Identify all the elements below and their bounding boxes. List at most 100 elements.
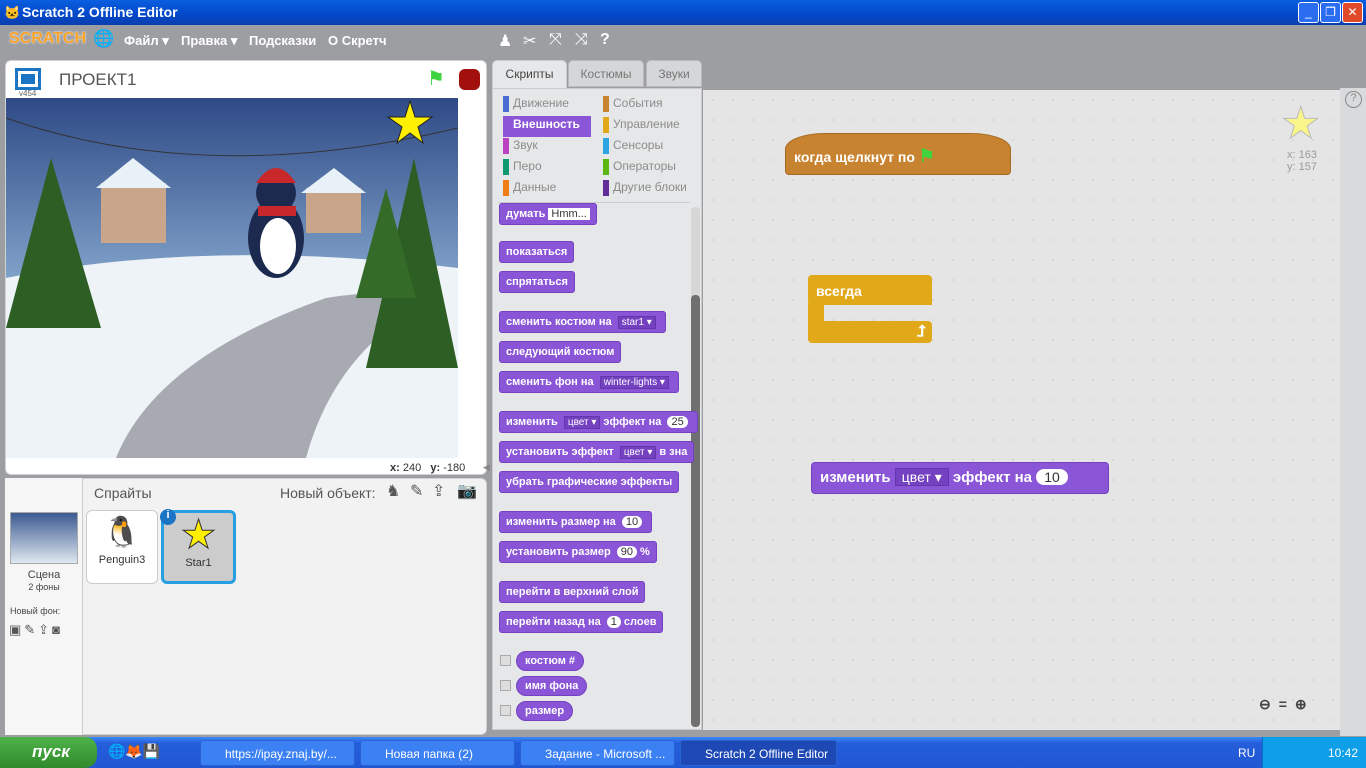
- zoom-out-icon[interactable]: ⊖: [1259, 696, 1279, 712]
- task-scratch[interactable]: Scratch 2 Offline Editor: [680, 740, 837, 766]
- tab-sounds[interactable]: Звуки: [646, 60, 702, 87]
- category-5[interactable]: Сенсоры: [603, 137, 663, 158]
- looks-block[interactable]: изменить цвет ▾ эффект на 25: [499, 411, 698, 433]
- minimize-button[interactable]: _: [1298, 2, 1319, 23]
- paint-icon[interactable]: ✎: [410, 481, 423, 501]
- block-input[interactable]: цвет ▾: [619, 446, 657, 459]
- category-4[interactable]: Звук: [503, 137, 538, 158]
- forever-block[interactable]: всегда ⮥: [808, 275, 933, 345]
- looks-block[interactable]: думать Hmm...: [499, 203, 597, 225]
- close-button[interactable]: ✕: [1342, 2, 1363, 23]
- looks-block[interactable]: установить размер 90%: [499, 541, 657, 563]
- effect-value-input[interactable]: 10: [1036, 469, 1068, 485]
- when-flag-clicked-block[interactable]: когда щелкнут по ⚑: [785, 133, 1011, 175]
- reporter-block[interactable]: размер: [516, 701, 574, 721]
- shrink-icon[interactable]: ⤨: [575, 31, 588, 49]
- reporter-block[interactable]: имя фона: [516, 676, 588, 696]
- category-2[interactable]: Внешность: [503, 116, 591, 137]
- block-label: думать: [506, 208, 546, 220]
- camera-icon[interactable]: 📷: [457, 481, 477, 501]
- help-icon[interactable]: ?: [1345, 91, 1362, 108]
- menu-about[interactable]: О Скретч: [328, 33, 387, 48]
- sprites-header: Спрайты: [94, 485, 152, 501]
- category-0[interactable]: Движение: [503, 95, 569, 116]
- zoom-controls[interactable]: ⊖=⊕: [1259, 696, 1315, 713]
- sprite-y-readout: y: 157: [1287, 161, 1317, 173]
- scripts-area[interactable]: [703, 90, 1340, 730]
- category-9[interactable]: Другие блоки: [603, 179, 687, 200]
- block-label: перейти назад на: [506, 616, 601, 628]
- reporter-block[interactable]: костюм #: [516, 651, 584, 671]
- task-chrome[interactable]: https://ipay.znaj.by/...: [200, 740, 355, 766]
- looks-block[interactable]: убрать графические эффекты: [499, 471, 680, 493]
- grow-icon[interactable]: ⤧: [549, 31, 562, 49]
- menu-tips[interactable]: Подсказки: [249, 33, 316, 48]
- looks-block[interactable]: изменить размер на 10: [499, 511, 653, 533]
- upload-icon[interactable]: ⇪: [432, 481, 445, 501]
- scratch-cat-icon: 🐱: [4, 5, 21, 20]
- block-label: когда щелкнут по: [794, 149, 915, 165]
- quicklaunch-icons[interactable]: 🌐🦊💾: [108, 743, 160, 760]
- penguin-icon: 🐧: [103, 516, 141, 549]
- tab-costumes[interactable]: Костюмы: [568, 60, 644, 87]
- looks-block[interactable]: показаться: [499, 241, 575, 263]
- zoom-in-icon[interactable]: ⊕: [1295, 696, 1315, 712]
- category-6[interactable]: Перо: [503, 158, 542, 179]
- sprite-penguin3[interactable]: 🐧 Penguin3: [86, 510, 158, 584]
- block-label: слоев: [623, 616, 657, 628]
- block-input[interactable]: 1: [606, 616, 621, 628]
- menu-edit[interactable]: Правка ▾: [181, 33, 237, 49]
- block-label: изменить: [820, 469, 891, 486]
- stop-button[interactable]: [459, 69, 480, 90]
- stamp-icon[interactable]: ♟: [498, 31, 512, 51]
- menu-file[interactable]: Файл ▾: [124, 33, 169, 49]
- project-title[interactable]: ПРОЕКТ1: [59, 70, 137, 90]
- maximize-button[interactable]: ❐: [1320, 2, 1341, 23]
- start-button[interactable]: пуск: [0, 737, 97, 768]
- palette-scrollbar-thumb[interactable]: [691, 295, 700, 727]
- cut-icon[interactable]: ✂: [523, 31, 536, 51]
- task-word[interactable]: Задание - Microsoft ...: [520, 740, 675, 766]
- looks-block[interactable]: сменить костюм на star1 ▾: [499, 311, 666, 333]
- task-folder[interactable]: Новая папка (2): [360, 740, 515, 766]
- scene-thumbnail[interactable]: [10, 512, 78, 564]
- backdrop-tools-icons[interactable]: ▣✎⇪◙: [9, 622, 63, 638]
- effect-dropdown[interactable]: цвет ▾: [894, 468, 949, 486]
- reporter-checkbox[interactable]: [500, 655, 511, 666]
- zoom-reset-icon[interactable]: =: [1279, 696, 1295, 712]
- green-flag-button[interactable]: ⚑: [427, 66, 445, 91]
- block-label: изменить: [506, 416, 558, 428]
- block-input[interactable]: 10: [621, 516, 643, 528]
- globe-icon[interactable]: 🌐: [93, 29, 114, 49]
- block-input[interactable]: 90: [616, 546, 638, 558]
- reporter-checkbox[interactable]: [500, 680, 511, 691]
- help-icon[interactable]: ?: [600, 31, 610, 49]
- looks-block[interactable]: спрятаться: [499, 271, 575, 293]
- collapse-stage-arrow[interactable]: ◀: [483, 462, 490, 473]
- category-1[interactable]: События: [603, 95, 663, 116]
- looks-block[interactable]: перейти в верхний слой: [499, 581, 646, 603]
- language-indicator[interactable]: RU: [1238, 746, 1255, 760]
- tab-scripts[interactable]: Скрипты: [492, 60, 567, 89]
- looks-block[interactable]: сменить фон на winter-lights ▾: [499, 371, 679, 393]
- reporter-checkbox[interactable]: [500, 705, 511, 716]
- change-effect-block[interactable]: изменить цвет ▾ эффект на 10: [811, 462, 1109, 494]
- block-input[interactable]: star1 ▾: [617, 316, 656, 329]
- looks-block[interactable]: следующий костюм: [499, 341, 622, 363]
- category-8[interactable]: Данные: [503, 179, 556, 200]
- looks-block[interactable]: перейти назад на 1 слоев: [499, 611, 664, 633]
- block-label: эффект на: [952, 469, 1033, 486]
- block-input[interactable]: Hmm...: [548, 208, 590, 220]
- category-7[interactable]: Операторы: [603, 158, 676, 179]
- category-color-swatch: [603, 159, 609, 175]
- fullscreen-button[interactable]: [15, 68, 41, 90]
- block-input[interactable]: 25: [667, 416, 688, 428]
- scratch-logo[interactable]: SCRATCH: [9, 30, 86, 48]
- category-3[interactable]: Управление: [603, 116, 680, 137]
- sprite-library-icon[interactable]: ♞: [386, 481, 400, 501]
- block-input[interactable]: цвет ▾: [563, 416, 601, 429]
- stage-canvas[interactable]: [6, 98, 458, 458]
- info-icon[interactable]: i: [160, 509, 176, 525]
- block-input[interactable]: winter-lights ▾: [599, 376, 669, 389]
- looks-block[interactable]: установить эффект цвет ▾ в зна: [499, 441, 695, 463]
